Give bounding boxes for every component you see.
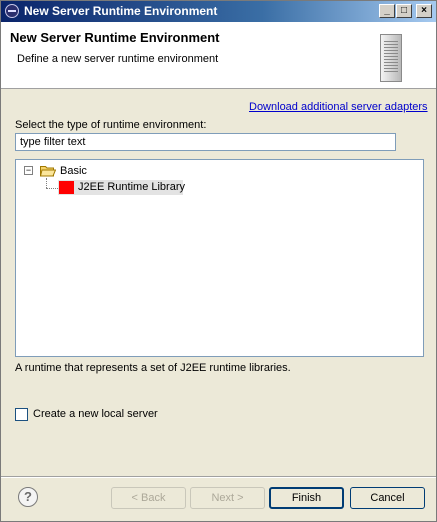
window-title: New Server Runtime Environment [24, 4, 218, 18]
page-title: New Server Runtime Environment [10, 30, 220, 45]
tree-item-label: J2EE Runtime Library [78, 181, 185, 193]
page-description: Define a new server runtime environment [17, 53, 219, 65]
title-bar[interactable]: New Server Runtime Environment _ □ × [1, 1, 436, 22]
tree-folder-basic[interactable]: Basic [60, 165, 87, 177]
create-server-checkbox[interactable] [15, 408, 28, 421]
tree-connector [46, 178, 47, 188]
help-icon[interactable]: ? [18, 487, 38, 507]
runtime-description: A runtime that represents a set of J2EE … [15, 362, 291, 374]
create-server-label[interactable]: Create a new local server [33, 408, 158, 420]
close-button[interactable]: × [416, 4, 432, 18]
server-icon [380, 34, 402, 82]
next-button[interactable]: Next > [190, 487, 265, 509]
folder-open-icon [40, 166, 56, 177]
collapse-icon[interactable]: − [24, 166, 33, 175]
cancel-button[interactable]: Cancel [350, 487, 425, 509]
maximize-button[interactable]: □ [396, 4, 412, 18]
dialog-window: New Server Runtime Environment _ □ × New… [0, 0, 437, 522]
eclipse-icon [5, 4, 19, 18]
runtime-library-icon [59, 181, 74, 194]
filter-input[interactable] [15, 133, 396, 151]
wizard-header: New Server Runtime Environment Define a … [1, 22, 436, 89]
tree-item-j2ee-runtime-library[interactable]: J2EE Runtime Library [58, 180, 185, 195]
runtime-type-label: Select the type of runtime environment: [15, 119, 207, 131]
back-button[interactable]: < Back [111, 487, 186, 509]
download-adapters-link[interactable]: Download additional server adapters [249, 101, 428, 113]
button-separator [1, 476, 436, 478]
minimize-button[interactable]: _ [379, 4, 395, 18]
tree-connector [46, 188, 58, 189]
runtime-tree[interactable]: − Basic J2EE Runtime Library [15, 159, 424, 357]
finish-button[interactable]: Finish [269, 487, 344, 509]
